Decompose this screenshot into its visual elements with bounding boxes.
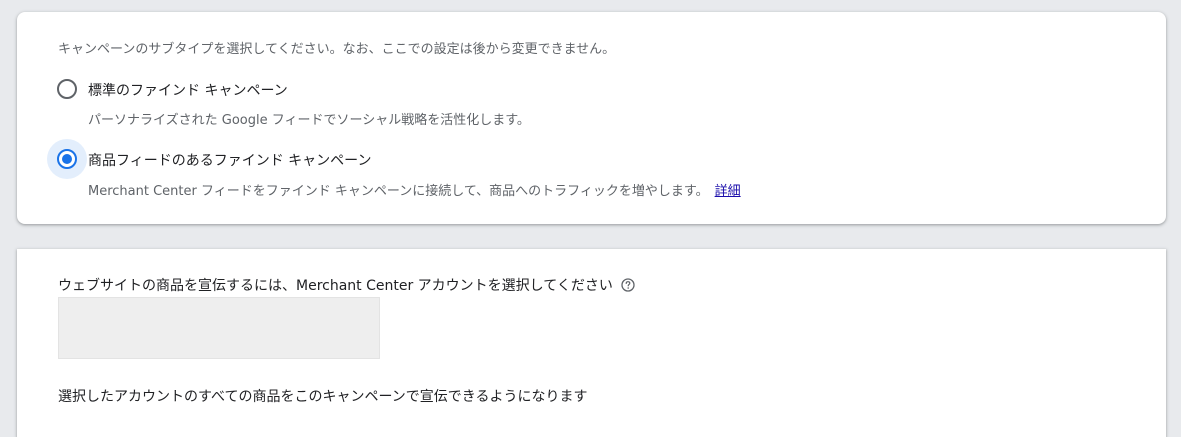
merchant-account-label-text: ウェブサイトの商品を宣伝するには、Merchant Center アカウントを選…: [58, 278, 613, 294]
subtype-instruction: キャンペーンのサブタイプを選択してください。なお、ここでの設定は後から変更できま…: [58, 42, 616, 57]
help-circle-icon[interactable]: [621, 278, 635, 292]
merchant-account-label: ウェブサイトの商品を宣伝するには、Merchant Center アカウントを選…: [58, 275, 635, 295]
details-link[interactable]: 詳細: [715, 184, 741, 199]
option-product-feed-description-text: Merchant Center フィードをファインド キャンペーンに接続して、商…: [88, 184, 709, 199]
option-standard-label[interactable]: 標準のファインド キャンペーン: [88, 80, 288, 100]
radio-product-feed[interactable]: [57, 149, 77, 169]
merchant-card: ウェブサイトの商品を宣伝するには、Merchant Center アカウントを選…: [17, 249, 1166, 437]
radio-standard[interactable]: [57, 79, 77, 99]
option-product-feed-label[interactable]: 商品フィードのあるファインド キャンペーン: [88, 150, 371, 170]
merchant-account-selector[interactable]: [58, 297, 380, 359]
option-product-feed-description: Merchant Center フィードをファインド キャンペーンに接続して、商…: [88, 180, 741, 199]
subtype-card: キャンペーンのサブタイプを選択してください。なお、ここでの設定は後から変更できま…: [17, 12, 1166, 224]
option-standard-description: パーソナライズされた Google フィードでソーシャル戦略を活性化します。: [88, 113, 530, 128]
merchant-account-note: 選択したアカウントのすべての商品をこのキャンペーンで宣伝できるようになります: [58, 389, 588, 405]
